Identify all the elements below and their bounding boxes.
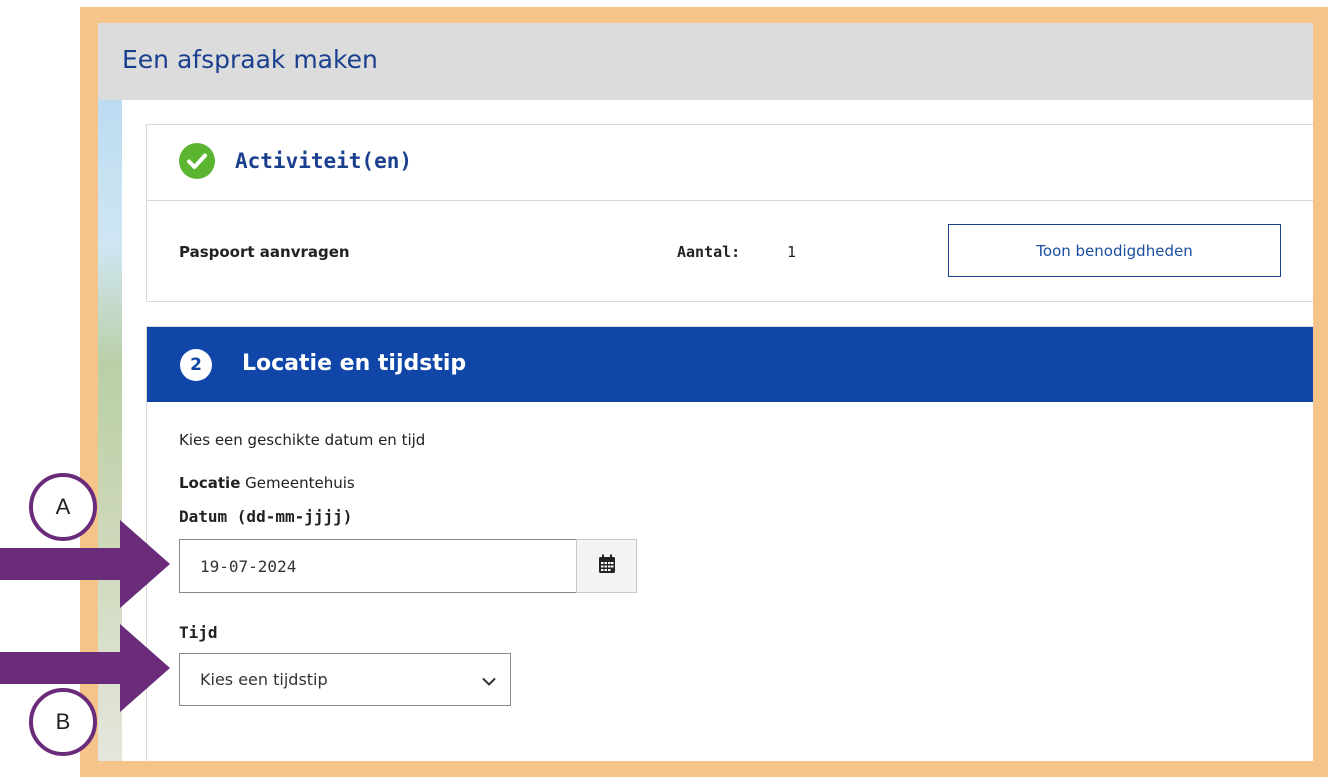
location-value: Gemeentehuis xyxy=(245,474,355,492)
time-label: Tijd xyxy=(179,623,218,642)
count-value: 1 xyxy=(787,243,797,261)
date-label: Datum (dd-mm-jjjj) xyxy=(179,507,353,526)
activity-name: Paspoort aanvragen xyxy=(179,243,350,261)
page-header: Een afspraak maken xyxy=(98,23,1313,100)
location-line: Locatie Gemeentehuis xyxy=(179,474,355,492)
location-label: Locatie xyxy=(179,474,241,492)
intro-text: Kies een geschikte datum en tijd xyxy=(179,431,426,449)
activities-header: Activiteit(en) xyxy=(147,125,1313,201)
annotation-a: A xyxy=(29,473,97,541)
check-icon xyxy=(179,143,215,179)
main-content: Activiteit(en) Paspoort aanvragen Aantal… xyxy=(122,100,1313,761)
activities-title: Activiteit(en) xyxy=(235,149,413,173)
show-requirements-button[interactable]: Toon benodigdheden xyxy=(948,224,1281,277)
chevron-down-icon xyxy=(482,672,496,691)
highlight-frame: Een afspraak maken Activiteit(en) Paspoo… xyxy=(80,7,1328,777)
time-select-value: Kies een tijdstip xyxy=(200,670,328,689)
annotation-b: B xyxy=(29,688,97,756)
location-time-title: Locatie en tijdstip xyxy=(242,351,467,376)
count-label: Aantal: xyxy=(677,243,741,261)
step-number-badge: 2 xyxy=(180,349,212,381)
activities-card: Activiteit(en) Paspoort aanvragen Aantal… xyxy=(146,124,1313,302)
appointment-panel: Een afspraak maken Activiteit(en) Paspoo… xyxy=(98,23,1313,761)
page-title: Een afspraak maken xyxy=(122,45,378,74)
time-select[interactable]: Kies een tijdstip xyxy=(179,653,511,706)
location-time-header: 2 Locatie en tijdstip xyxy=(147,327,1313,402)
location-time-card: 2 Locatie en tijdstip Kies een geschikte… xyxy=(146,326,1313,761)
calendar-icon xyxy=(598,554,616,578)
arrow-right-icon xyxy=(0,520,170,608)
calendar-button[interactable] xyxy=(576,539,637,593)
date-input[interactable] xyxy=(179,539,577,593)
